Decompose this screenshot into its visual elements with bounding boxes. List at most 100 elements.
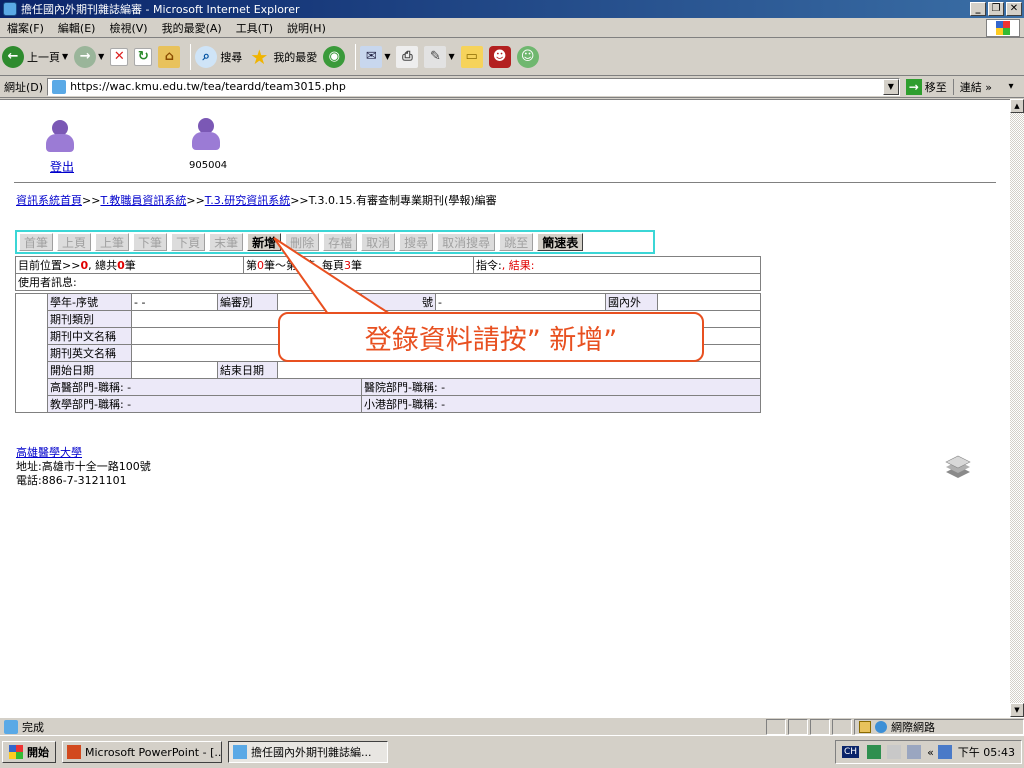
breadcrumb-home-link[interactable]: 資訊系統首頁 — [16, 194, 82, 207]
menu-help[interactable]: 說明(H) — [280, 20, 333, 36]
page-content: 登出 905004 資訊系統首頁>>T.教職員資訊系統>>T.3.研究資訊系統>… — [0, 99, 1010, 717]
review-type-label: 編審別 — [217, 293, 278, 311]
status-panel — [788, 718, 808, 735]
back-dropdown-icon[interactable]: ▼ — [62, 52, 68, 61]
add-hint-callout: 登錄資料請按” 新增” — [278, 312, 704, 362]
university-phone: 電話:886-7-3121101 — [16, 474, 127, 487]
issn-value: - — [435, 293, 606, 311]
forward-button[interactable]: → ▼ — [74, 45, 104, 68]
powerpoint-icon — [67, 745, 81, 759]
stop-button[interactable]: ✕ — [110, 47, 129, 66]
address-dropdown-icon[interactable]: ▼ — [882, 78, 899, 95]
address-input[interactable]: https://wac.kmu.edu.tw/tea/teardd/team30… — [47, 77, 900, 96]
position-cell: 目前位置>>0, 總共0筆 — [15, 256, 244, 274]
zone-label: 網際網路 — [891, 720, 935, 734]
menu-view[interactable]: 檢視(V) — [102, 20, 154, 36]
mail-dropdown-icon[interactable]: ▼ — [384, 52, 390, 61]
refresh-button[interactable]: ↻ — [134, 47, 153, 66]
tray-app-icon[interactable] — [907, 745, 922, 759]
prev-page-button[interactable]: 上頁 — [57, 233, 92, 251]
menu-tools[interactable]: 工具(T) — [229, 20, 280, 36]
window-title-bar[interactable]: 擔任國內外期刊雜誌編審 - Microsoft Internet Explore… — [0, 0, 1024, 18]
status-panel — [810, 718, 830, 735]
last-record-button[interactable]: 末筆 — [209, 233, 244, 251]
breadcrumb-staff-link[interactable]: T.教職員資訊系統 — [100, 194, 186, 207]
devil-tool-button[interactable]: ☻ — [488, 45, 511, 68]
jump-to-button[interactable]: 跳至 — [499, 233, 534, 251]
next-record-button[interactable]: 下筆 — [133, 233, 168, 251]
links-button[interactable]: 連結 » — [952, 78, 998, 95]
messenger-icon: ☺ — [516, 45, 539, 68]
taskbar-item-ie[interactable]: 擔任國內外期刊雜誌編... — [228, 741, 388, 763]
edit-button[interactable]: ✎ ▼ — [424, 45, 455, 68]
messenger-button[interactable]: ☺ — [516, 45, 539, 68]
media-button[interactable]: ◉ — [323, 45, 346, 68]
favorites-label: 我的最愛 — [273, 50, 318, 64]
next-page-button[interactable]: 下頁 — [171, 233, 206, 251]
acrobat-icon[interactable]: ▾ — [998, 79, 1024, 95]
back-label: 上一頁 — [27, 50, 60, 64]
vertical-scrollbar[interactable]: ▲ ▼ — [1010, 99, 1024, 717]
go-label: 移至 — [924, 80, 947, 94]
prev-record-button[interactable]: 上筆 — [95, 233, 130, 251]
forward-arrow-icon: → — [74, 45, 97, 68]
stack-icon[interactable] — [942, 452, 972, 482]
command-cell: 指令:, 結果: — [473, 256, 761, 274]
taskbar-item-powerpoint[interactable]: Microsoft PowerPoint - [... — [62, 741, 222, 763]
maximize-button[interactable]: ❐ — [988, 2, 1004, 16]
user-icon — [188, 118, 224, 154]
teaching-dept-label: 教學部門-職稱: - — [47, 395, 362, 413]
input-method-icon[interactable] — [867, 745, 882, 759]
journal-en-label: 期刊英文名稱 — [47, 344, 132, 362]
scroll-down-button[interactable]: ▼ — [1010, 703, 1024, 717]
address-url[interactable]: https://wac.kmu.edu.tw/tea/teardd/team30… — [70, 80, 883, 93]
breadcrumb-current: >>T.3.0.15.有審查制專業期刊(學報)編審 — [290, 194, 497, 207]
edit-dropdown-icon[interactable]: ▼ — [448, 52, 454, 61]
address-bar: 網址(D) https://wac.kmu.edu.tw/tea/teardd/… — [0, 76, 1024, 98]
close-button[interactable]: ✕ — [1006, 2, 1022, 16]
back-button[interactable]: ← 上一頁 ▼ — [2, 45, 68, 68]
menu-favorites[interactable]: 我的最愛(A) — [155, 20, 229, 36]
status-panel — [832, 718, 852, 735]
quick-list-button[interactable]: 簡速表 — [537, 233, 584, 251]
ime-indicator[interactable]: CH — [842, 746, 860, 758]
hospital-dept-label: 醫院部門-職稱: - — [361, 378, 761, 396]
page-done-icon — [4, 719, 18, 734]
first-record-button[interactable]: 首筆 — [19, 233, 54, 251]
end-date-label: 結束日期 — [217, 361, 278, 379]
print-button[interactable]: ⎙ — [396, 45, 419, 68]
journal-cn-label: 期刊中文名稱 — [47, 327, 132, 345]
journal-type-label: 期刊類別 — [47, 310, 132, 328]
go-button[interactable]: → 移至 — [905, 78, 947, 95]
tray-app-icon[interactable] — [887, 745, 902, 759]
tray-expand-icon[interactable]: « — [927, 746, 934, 759]
folder-icon: ▭ — [460, 45, 483, 68]
folder-button[interactable]: ▭ — [460, 45, 483, 68]
ie-icon — [233, 745, 247, 759]
start-label: 開始 — [27, 746, 49, 759]
network-icon[interactable] — [937, 745, 952, 759]
links-label: 連結 — [959, 80, 982, 94]
xiaogang-dept-label: 小港部門-職稱: - — [361, 395, 761, 413]
start-button[interactable]: 開始 — [2, 741, 56, 763]
minimize-button[interactable]: _ — [970, 2, 986, 16]
page-icon — [52, 79, 67, 94]
start-date-value — [131, 361, 218, 379]
task-label: 擔任國內外期刊雜誌編... — [251, 746, 372, 759]
favorites-button[interactable]: ★ 我的最愛 — [248, 45, 318, 69]
form-spacer — [15, 293, 48, 413]
address-label: 網址(D) — [4, 80, 44, 94]
home-icon: ⌂ — [158, 45, 181, 68]
forward-dropdown-icon[interactable]: ▼ — [98, 52, 104, 61]
logout-user-icon[interactable] — [42, 120, 78, 156]
menu-file[interactable]: 檔案(F) — [0, 20, 51, 36]
search-button[interactable]: ⌕ 搜尋 — [195, 45, 243, 68]
home-button[interactable]: ⌂ — [158, 45, 181, 68]
mail-button[interactable]: ✉ ▼ — [360, 45, 390, 68]
breadcrumb-research-link[interactable]: T.3.研究資訊系統 — [205, 194, 290, 207]
search-label: 搜尋 — [220, 50, 243, 64]
menu-edit[interactable]: 編輯(E) — [51, 20, 103, 36]
logout-link[interactable]: 登出 — [50, 158, 74, 175]
scroll-up-button[interactable]: ▲ — [1010, 99, 1024, 113]
breadcrumb-separator: >> — [82, 194, 101, 207]
